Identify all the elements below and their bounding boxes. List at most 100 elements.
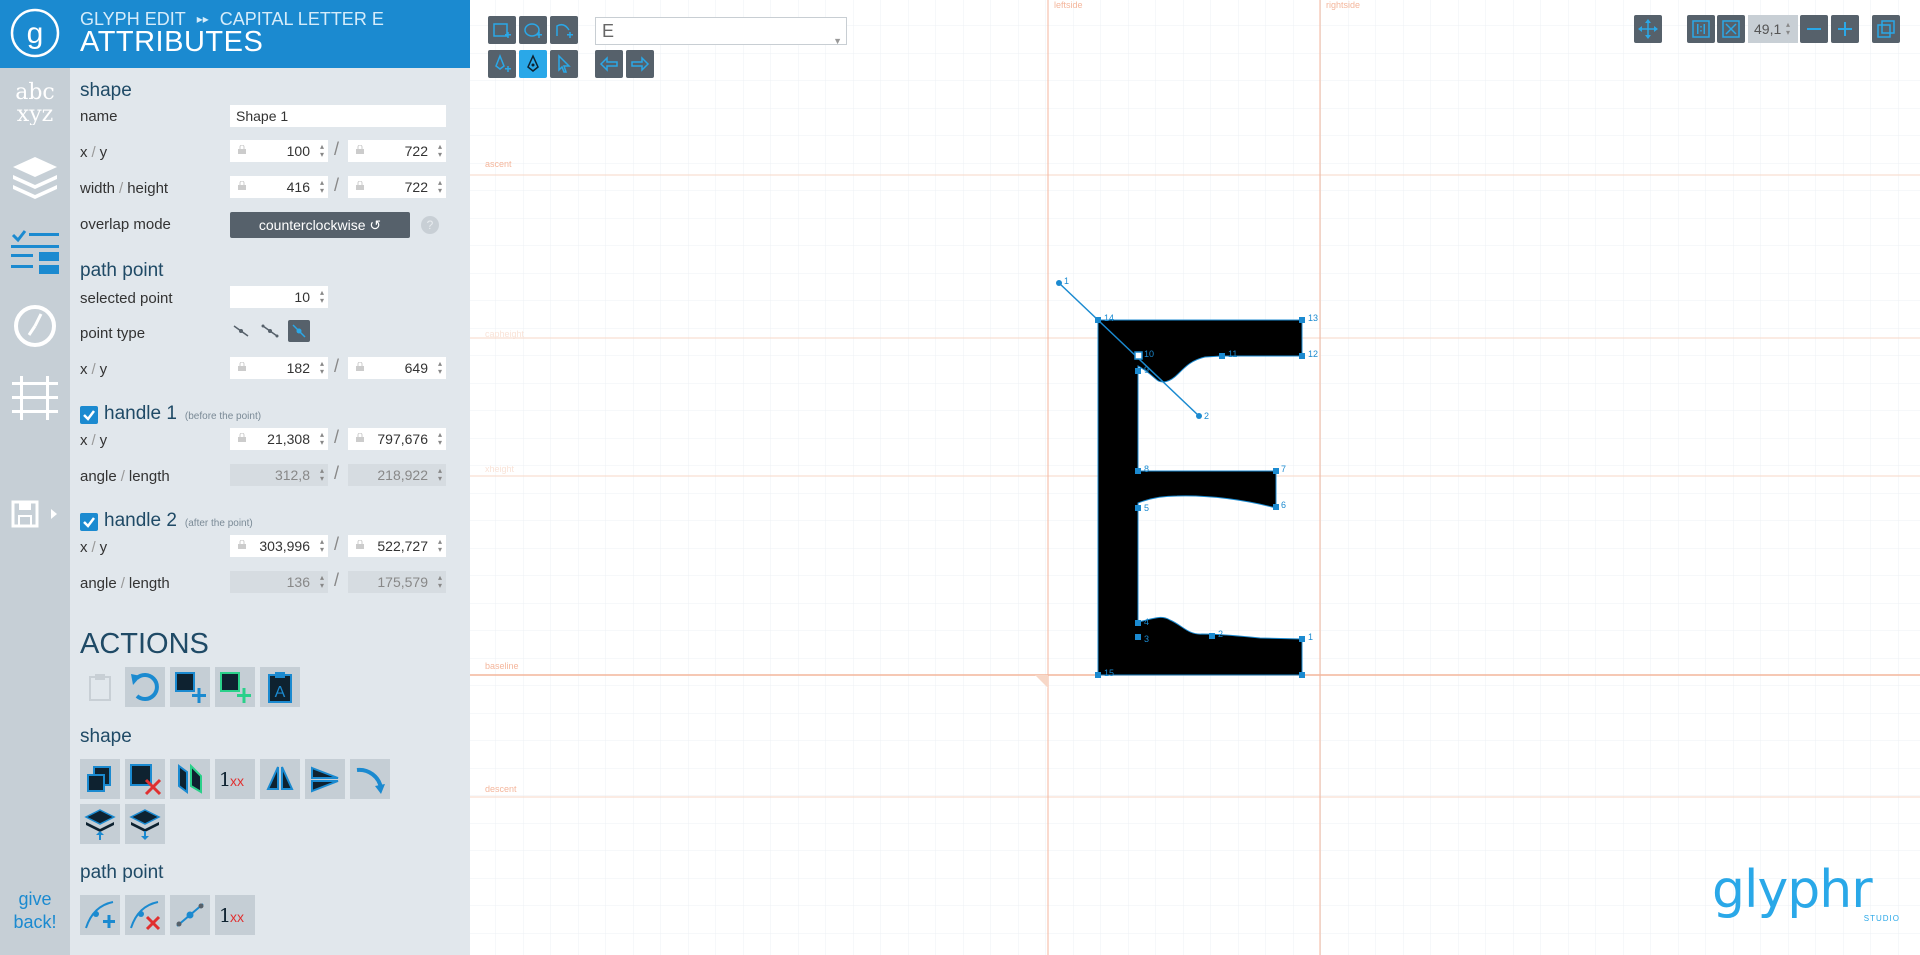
attributes-icon[interactable] xyxy=(0,224,70,280)
shape-name-input[interactable]: Shape 1 xyxy=(230,105,446,127)
spinner-icon[interactable]: ▴ ▾ xyxy=(316,179,324,195)
canvas-drawing[interactable]: 1 2 3 4 5 6 7 8 9 10 11 12 13 14 15 1 2 … xyxy=(470,0,1920,955)
handle1-dot[interactable] xyxy=(1056,280,1062,286)
point-type-flat-icon[interactable] xyxy=(259,320,281,342)
move-layer-down-icon[interactable] xyxy=(125,804,165,844)
spinner-icon[interactable]: ▴ ▾ xyxy=(434,143,442,159)
new-path-tool[interactable] xyxy=(550,16,578,44)
glyph-select-dropdown[interactable]: E ▼ xyxy=(595,17,847,46)
lock-icon[interactable] xyxy=(356,433,364,442)
glyphr-logo[interactable]: g xyxy=(0,0,70,68)
lock-icon[interactable] xyxy=(356,181,364,190)
point-14[interactable] xyxy=(1095,317,1101,323)
handle1-checkbox[interactable] xyxy=(80,406,98,424)
insert-point-icon[interactable] xyxy=(80,895,120,935)
add-shape-icon[interactable] xyxy=(170,667,210,707)
add-point-pen-tool[interactable] xyxy=(488,50,516,78)
new-oval-tool[interactable] xyxy=(519,16,547,44)
handle2-y-input[interactable]: 522,727 ▴ ▾ xyxy=(348,535,446,557)
zoom-out-button[interactable] xyxy=(1800,15,1828,43)
rotate-shape-icon[interactable] xyxy=(350,759,390,799)
handle2-dot[interactable] xyxy=(1196,413,1202,419)
layers-icon[interactable] xyxy=(0,150,70,206)
guides-icon[interactable] xyxy=(0,370,70,426)
shape-height-input[interactable]: 722 ▴ ▾ xyxy=(348,176,446,198)
lock-icon[interactable] xyxy=(238,362,246,371)
give-back-link[interactable]: give back! xyxy=(0,888,70,934)
spinner-icon[interactable]: ▴ ▾ xyxy=(434,538,442,554)
point-11[interactable] xyxy=(1219,353,1225,359)
spinner-icon[interactable]: ▴ ▾ xyxy=(1786,21,1794,37)
zoom-level-input[interactable]: 49,1 ▴ ▾ xyxy=(1748,15,1798,43)
spinner-icon[interactable]: ▴ ▾ xyxy=(316,360,324,376)
flip-vertical-icon[interactable] xyxy=(305,759,345,799)
point-10-selected[interactable] xyxy=(1134,351,1143,360)
move-layer-up-icon[interactable] xyxy=(80,804,120,844)
new-rectangle-tool[interactable] xyxy=(488,16,516,44)
spinner-icon[interactable]: ▴ ▾ xyxy=(434,179,442,195)
point-6[interactable] xyxy=(1273,504,1279,510)
add-component-icon[interactable] xyxy=(215,667,255,707)
lock-icon[interactable] xyxy=(356,540,364,549)
undo-icon[interactable] xyxy=(125,667,165,707)
shape-x-input[interactable]: 100 ▴ ▾ xyxy=(230,140,328,162)
lock-icon[interactable] xyxy=(238,181,246,190)
spinner-icon[interactable]: ▴ ▾ xyxy=(316,538,324,554)
point-x-input[interactable]: 182 ▴ ▾ xyxy=(230,357,328,379)
point-16[interactable] xyxy=(1299,672,1305,678)
point-7[interactable] xyxy=(1273,468,1279,474)
pen-tool[interactable] xyxy=(519,50,547,78)
handle2-x-input[interactable]: 303,996 ▴ ▾ xyxy=(230,535,328,557)
previous-glyph-button[interactable] xyxy=(595,50,623,78)
spinner-icon[interactable]: ▴ ▾ xyxy=(316,143,324,159)
lock-icon[interactable] xyxy=(238,433,246,442)
point-15[interactable] xyxy=(1095,672,1101,678)
help-icon[interactable]: ? xyxy=(421,216,439,234)
point-13[interactable] xyxy=(1299,317,1305,323)
save-icon[interactable] xyxy=(0,488,70,544)
reverse-winding-icon[interactable] xyxy=(170,759,210,799)
flip-horizontal-icon[interactable] xyxy=(260,759,300,799)
show-point-numbers-icon[interactable]: 1 xx xyxy=(215,759,255,799)
next-glyph-button[interactable] xyxy=(626,50,654,78)
delete-point-icon[interactable] xyxy=(125,895,165,935)
overlap-mode-toggle[interactable]: counterclockwise ↺ xyxy=(230,212,410,238)
point-8[interactable] xyxy=(1135,468,1141,474)
delete-shape-icon[interactable] xyxy=(125,759,165,799)
spinner-icon[interactable]: ▴ ▾ xyxy=(434,360,442,376)
glyph-chooser-icon[interactable]: abc xyz xyxy=(0,72,70,128)
pan-tool[interactable] xyxy=(1634,15,1662,43)
point-type-corner-icon[interactable] xyxy=(230,320,252,342)
point-12[interactable] xyxy=(1299,353,1305,359)
point-9[interactable] xyxy=(1135,368,1141,374)
shape-y-input[interactable]: 722 ▴ ▾ xyxy=(348,140,446,162)
reset-handles-icon[interactable] xyxy=(170,895,210,935)
lock-icon[interactable] xyxy=(238,540,246,549)
point-1[interactable] xyxy=(1299,636,1305,642)
point-4[interactable] xyxy=(1135,620,1141,626)
copy-shape-icon[interactable] xyxy=(80,759,120,799)
history-icon[interactable] xyxy=(0,298,70,354)
handle1-x-input[interactable]: 21,308 ▴ ▾ xyxy=(230,428,328,450)
point-3[interactable] xyxy=(1135,634,1141,640)
edit-canvas[interactable]: 1 2 3 4 5 6 7 8 9 10 11 12 13 14 15 1 2 … xyxy=(470,0,1920,955)
glyph-clipboard-icon[interactable]: A xyxy=(260,667,300,707)
path-edit-arrow-tool[interactable] xyxy=(550,50,578,78)
lock-icon[interactable] xyxy=(238,145,246,154)
handle1-y-input[interactable]: 797,676 ▴ ▾ xyxy=(348,428,446,450)
zoom-to-fit-button[interactable] xyxy=(1717,15,1745,43)
point-2[interactable] xyxy=(1209,633,1215,639)
point-type-symmetric-icon[interactable] xyxy=(288,320,310,342)
selected-point-input[interactable]: 10 ▴ ▾ xyxy=(230,286,328,308)
point-y-input[interactable]: 649 ▴ ▾ xyxy=(348,357,446,379)
spinner-icon[interactable]: ▴ ▾ xyxy=(316,289,324,305)
lock-icon[interactable] xyxy=(356,145,364,154)
actual-size-button[interactable] xyxy=(1687,15,1715,43)
show-point-numbers-2-icon[interactable]: 1 xx xyxy=(215,895,255,935)
spinner-icon[interactable]: ▴ ▾ xyxy=(316,431,324,447)
lock-icon[interactable] xyxy=(356,362,364,371)
point-5[interactable] xyxy=(1135,505,1141,511)
spinner-icon[interactable]: ▴ ▾ xyxy=(434,431,442,447)
popout-window-button[interactable] xyxy=(1872,15,1900,43)
handle2-checkbox[interactable] xyxy=(80,513,98,531)
